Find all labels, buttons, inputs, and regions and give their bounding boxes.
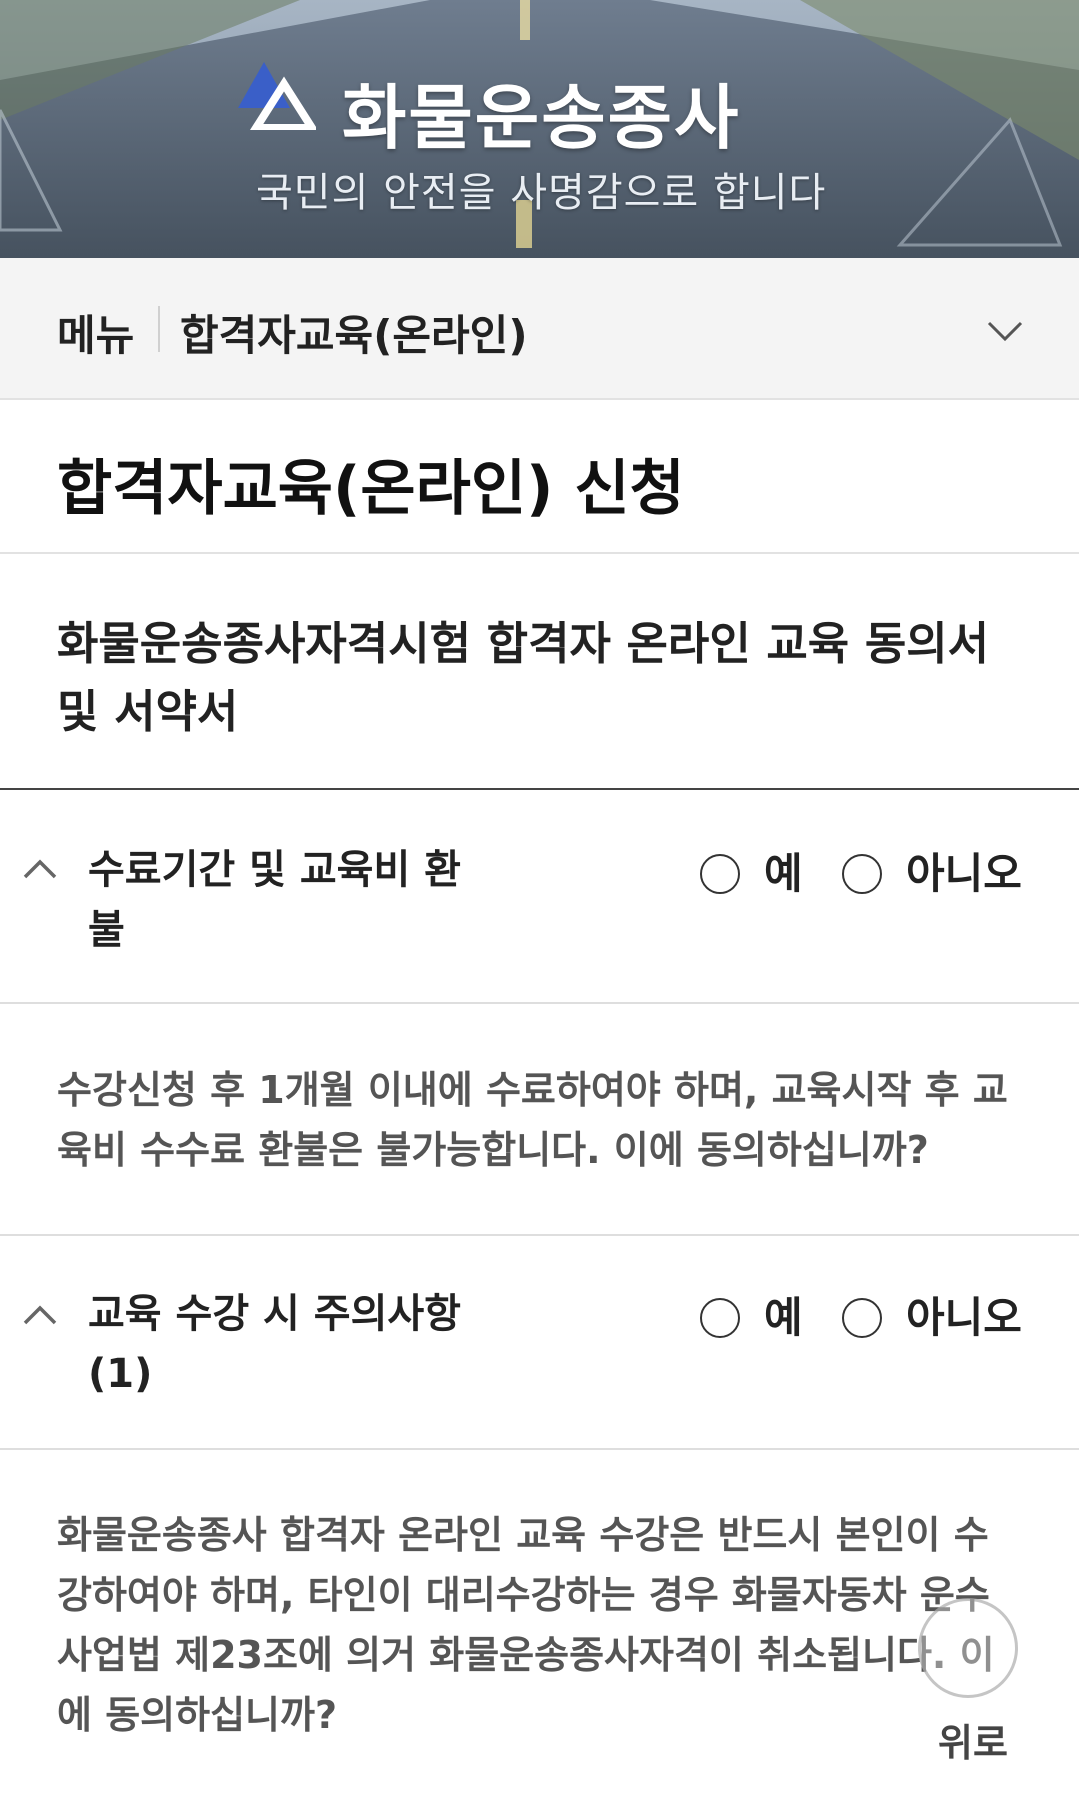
scroll-top-label[interactable]: 위로 xyxy=(938,1712,1008,1767)
radio-circle[interactable] xyxy=(842,1298,882,1338)
question-body-caution: 화물운송종사 합격자 온라인 교육 수강은 반드시 본인이 수강하여야 하며, … xyxy=(57,1513,995,1737)
question-row-refund: 수료기간 및 교육비 환불 예 아니오 xyxy=(0,790,1079,1004)
section-heading: 화물운송종사자격시험 합격자 온라인 교육 동의서 및 서약서 xyxy=(57,617,990,738)
question-title: 수료기간 및 교육비 환불 xyxy=(88,847,461,953)
radio-no-refund[interactable]: 아니오 xyxy=(842,840,1022,901)
radio-circle[interactable] xyxy=(842,854,882,894)
radio-no-label: 아니오 xyxy=(906,1293,1022,1342)
scroll-top-button[interactable] xyxy=(918,1598,1018,1698)
question-title: 교육 수강 시 주의사항(1) xyxy=(88,1291,461,1397)
menu-divider xyxy=(158,306,160,352)
radio-yes-refund[interactable]: 예 xyxy=(700,840,803,901)
chevron-up-icon[interactable] xyxy=(20,1296,60,1336)
chevron-down-icon[interactable] xyxy=(983,308,1027,352)
banner: 화물운송종사 국민의 안전을 사명감으로 합니다 xyxy=(0,0,1079,258)
radio-yes-caution[interactable]: 예 xyxy=(700,1284,803,1345)
radio-yes-label: 예 xyxy=(764,1293,803,1342)
menu-current-item[interactable]: 합격자교육(온라인) xyxy=(180,302,528,363)
menu-bar[interactable]: 메뉴 합격자교육(온라인) xyxy=(0,258,1079,400)
question-body-refund: 수강신청 후 1개월 이내에 수료하여야 하며, 교육시작 후 교육비 수수료 … xyxy=(57,1068,1008,1172)
page-title: 합격자교육(온라인) 신청 xyxy=(57,454,685,524)
radio-yes-label: 예 xyxy=(764,849,803,898)
chevron-up-icon[interactable] xyxy=(20,850,60,890)
menu-label: 메뉴 xyxy=(57,311,135,360)
triangle-logo-icon xyxy=(238,62,316,130)
page-title-area: 합격자교육(온라인) 신청 xyxy=(0,400,1079,554)
question-row-caution: 교육 수강 시 주의사항(1) 예 아니오 xyxy=(0,1236,1079,1450)
radio-no-label: 아니오 xyxy=(906,849,1022,898)
radio-no-caution[interactable]: 아니오 xyxy=(842,1284,1022,1345)
radio-circle[interactable] xyxy=(700,854,740,894)
radio-circle[interactable] xyxy=(700,1298,740,1338)
banner-subtitle: 국민의 안전을 사명감으로 합니다 xyxy=(256,170,827,216)
banner-title: 화물운송종사 xyxy=(342,77,741,159)
